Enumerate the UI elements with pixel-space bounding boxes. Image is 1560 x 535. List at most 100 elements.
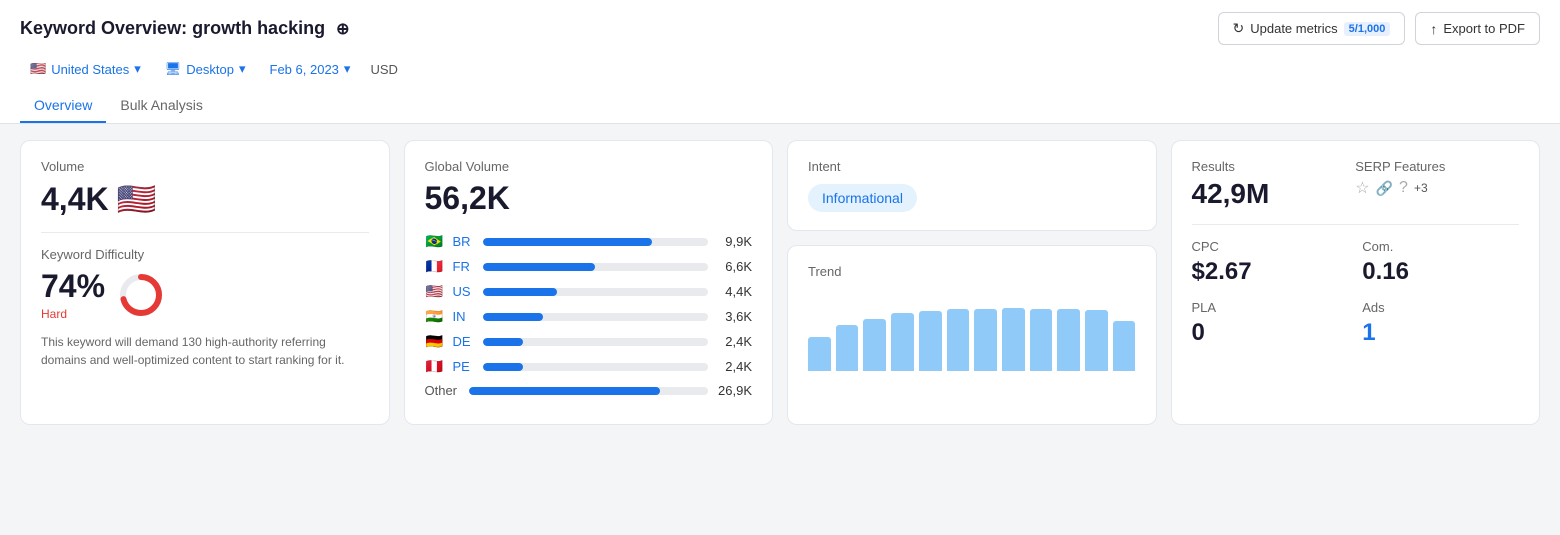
volume-divider bbox=[41, 232, 369, 233]
currency-label: USD bbox=[364, 56, 403, 83]
trend-bar-3 bbox=[863, 319, 886, 371]
date-chevron-icon: ▾ bbox=[344, 61, 351, 77]
br-bar-fill bbox=[483, 238, 652, 246]
trend-label: Trend bbox=[808, 264, 1136, 279]
pe-flag-icon: 🇵🇪 bbox=[425, 358, 445, 375]
fr-bar-fill bbox=[483, 263, 596, 271]
trend-bar-5 bbox=[919, 311, 942, 371]
volume-card: Volume 4,4K 🇺🇸 Keyword Difficulty 74% Ha… bbox=[20, 140, 390, 425]
update-count-badge: 5/1,000 bbox=[1344, 22, 1391, 36]
other-value: 26,9K bbox=[716, 383, 752, 398]
title-prefix: Keyword Overview: bbox=[20, 18, 187, 38]
in-bar-fill bbox=[483, 313, 544, 321]
cpc-metric: CPC $2.67 bbox=[1192, 239, 1349, 286]
br-value: 9,9K bbox=[716, 234, 752, 249]
us-bar-fill bbox=[483, 288, 557, 296]
us-flag-icon: 🇺🇸 bbox=[425, 283, 445, 300]
trend-bar-2 bbox=[836, 325, 859, 371]
date-label: Feb 6, 2023 bbox=[270, 62, 339, 77]
serp-question-icon: ? bbox=[1399, 179, 1408, 197]
col3: Intent Informational Trend bbox=[787, 140, 1157, 425]
page-title: Keyword Overview: growth hacking ⊕ bbox=[20, 18, 350, 39]
trend-chart bbox=[808, 291, 1136, 371]
update-metrics-button[interactable]: ↻ Update metrics 5/1,000 bbox=[1218, 12, 1406, 45]
country-flag-icon: 🇺🇸 bbox=[30, 61, 46, 77]
global-volume-label: Global Volume bbox=[425, 159, 753, 174]
de-value: 2,4K bbox=[716, 334, 752, 349]
pe-bar-track bbox=[483, 363, 709, 371]
fr-value: 6,6K bbox=[716, 259, 752, 274]
fr-bar-track bbox=[483, 263, 709, 271]
cpc-value: $2.67 bbox=[1192, 258, 1349, 286]
de-code: DE bbox=[453, 334, 475, 349]
trend-card: Trend bbox=[787, 245, 1157, 425]
main-content: Volume 4,4K 🇺🇸 Keyword Difficulty 74% Ha… bbox=[0, 124, 1560, 441]
trend-bar-7 bbox=[974, 309, 997, 371]
trend-bar-1 bbox=[808, 337, 831, 371]
serp-star-icon: ☆ bbox=[1355, 178, 1369, 198]
date-filter[interactable]: Feb 6, 2023 ▾ bbox=[260, 55, 361, 83]
trend-bar-8 bbox=[1002, 308, 1025, 371]
us-bar-track bbox=[483, 288, 709, 296]
header: Keyword Overview: growth hacking ⊕ ↻ Upd… bbox=[0, 0, 1560, 124]
serp-col: SERP Features ☆ 🔗 ? +3 bbox=[1355, 159, 1519, 210]
trend-bar-11 bbox=[1085, 310, 1108, 371]
ads-label: Ads bbox=[1362, 300, 1519, 315]
kd-label: Keyword Difficulty bbox=[41, 247, 369, 262]
serp-features-label: SERP Features bbox=[1355, 159, 1519, 174]
us-value: 4,4K bbox=[716, 284, 752, 299]
country-filter[interactable]: 🇺🇸 United States ▾ bbox=[20, 55, 151, 83]
pla-label: PLA bbox=[1192, 300, 1349, 315]
export-icon: ↑ bbox=[1430, 21, 1437, 37]
keyword-text: growth hacking bbox=[192, 18, 325, 38]
pe-bar-fill bbox=[483, 363, 524, 371]
metrics-grid: CPC $2.67 Com. 0.16 PLA 0 Ads 1 bbox=[1192, 239, 1520, 347]
pe-code: PE bbox=[453, 359, 475, 374]
header-top: Keyword Overview: growth hacking ⊕ ↻ Upd… bbox=[20, 12, 1540, 45]
results-label: Results bbox=[1192, 159, 1356, 174]
trend-bar-6 bbox=[947, 309, 970, 371]
global-bar-in: 🇮🇳 IN 3,6K bbox=[425, 308, 753, 325]
in-flag-icon: 🇮🇳 bbox=[425, 308, 445, 325]
trend-bar-9 bbox=[1030, 309, 1053, 371]
intent-card: Intent Informational bbox=[787, 140, 1157, 231]
in-bar-track bbox=[483, 313, 709, 321]
trend-bar-4 bbox=[891, 313, 914, 371]
device-label: Desktop bbox=[186, 62, 234, 77]
com-value: 0.16 bbox=[1362, 258, 1519, 286]
ads-metric: Ads 1 bbox=[1362, 300, 1519, 347]
kd-value-col: 74% Hard bbox=[41, 268, 105, 321]
device-icon: 🖥 bbox=[165, 61, 182, 77]
pla-value: 0 bbox=[1192, 319, 1349, 347]
ads-value: 1 bbox=[1362, 319, 1519, 347]
results-serp-grid: Results 42,9M SERP Features ☆ 🔗 ? +3 bbox=[1192, 159, 1520, 210]
serp-link-icon: 🔗 bbox=[1376, 180, 1393, 197]
tab-overview[interactable]: Overview bbox=[20, 89, 106, 123]
tabs-bar: Overview Bulk Analysis bbox=[20, 89, 1540, 123]
global-bar-br: 🇧🇷 BR 9,9K bbox=[425, 233, 753, 250]
kd-value: 74% bbox=[41, 268, 105, 305]
global-bar-fr: 🇫🇷 FR 6,6K bbox=[425, 258, 753, 275]
volume-flag-icon: 🇺🇸 bbox=[117, 180, 157, 218]
device-filter[interactable]: 🖥 Desktop ▾ bbox=[155, 55, 256, 83]
filters-bar: 🇺🇸 United States ▾ 🖥 Desktop ▾ Feb 6, 20… bbox=[20, 55, 1540, 83]
other-label-text: Other bbox=[425, 383, 458, 398]
global-volume-value: 56,2K bbox=[425, 180, 753, 217]
in-code: IN bbox=[453, 309, 475, 324]
other-bar-track bbox=[469, 387, 708, 395]
br-code: BR bbox=[453, 234, 475, 249]
export-pdf-button[interactable]: ↑ Export to PDF bbox=[1415, 12, 1540, 45]
results-card: Results 42,9M SERP Features ☆ 🔗 ? +3 CPC… bbox=[1171, 140, 1541, 425]
kd-donut-chart bbox=[117, 271, 165, 319]
pe-value: 2,4K bbox=[716, 359, 752, 374]
add-keyword-icon[interactable]: ⊕ bbox=[336, 21, 349, 38]
kd-level: Hard bbox=[41, 307, 105, 321]
results-col: Results 42,9M bbox=[1192, 159, 1356, 210]
results-divider bbox=[1192, 224, 1520, 225]
results-value: 42,9M bbox=[1192, 178, 1356, 210]
other-bar-fill bbox=[469, 387, 660, 395]
country-label: United States bbox=[51, 62, 129, 77]
kd-row: 74% Hard bbox=[41, 268, 369, 321]
tab-bulk-analysis[interactable]: Bulk Analysis bbox=[106, 89, 216, 123]
br-flag-icon: 🇧🇷 bbox=[425, 233, 445, 250]
